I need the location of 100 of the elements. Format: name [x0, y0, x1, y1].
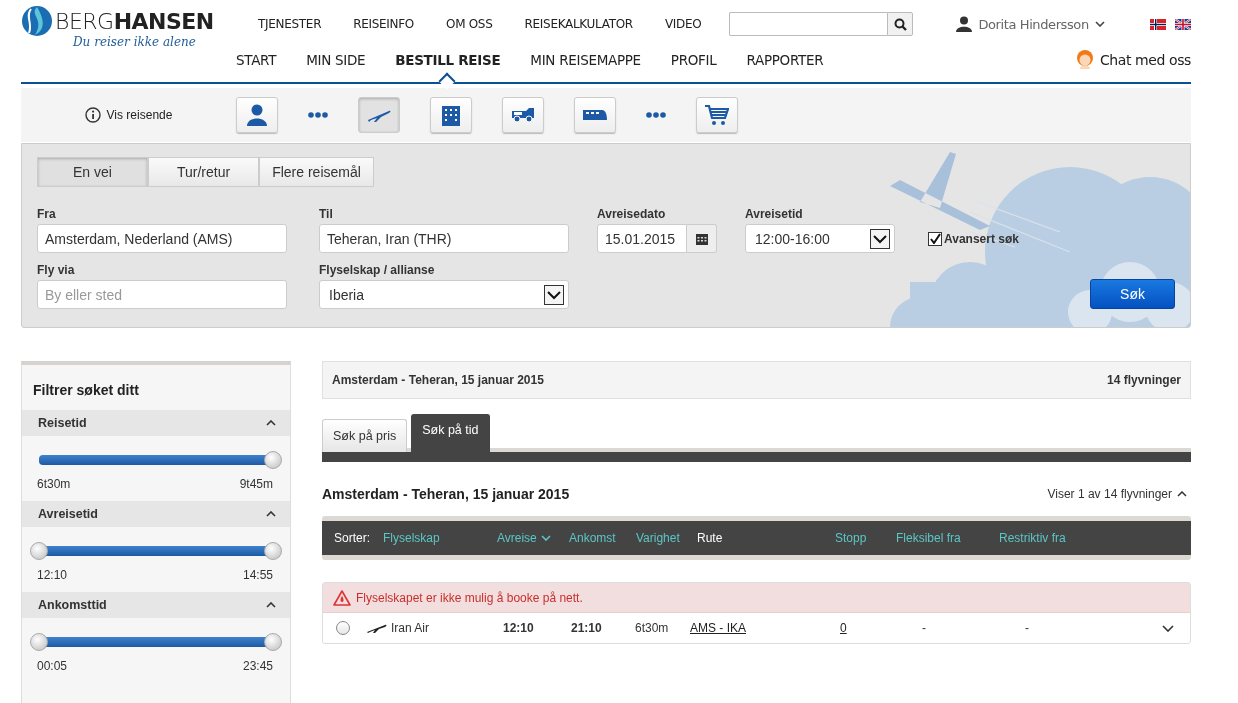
filter-section-header[interactable]: Ankomsttid	[22, 592, 290, 618]
range-max: 9t45m	[239, 477, 273, 491]
user-menu[interactable]: Dorita Hindersson	[978, 16, 1089, 32]
nav-tab[interactable]: MIN SIDE	[306, 52, 366, 68]
logo-icon[interactable]	[21, 5, 53, 37]
field-label: Fra	[37, 207, 57, 221]
search-button[interactable]	[887, 12, 914, 36]
nav-tab[interactable]: RAPPORTER	[746, 52, 824, 68]
chevron-down-icon[interactable]	[1162, 624, 1174, 632]
column-label: Rute	[697, 531, 724, 545]
sort-label: Sorter:	[334, 531, 371, 545]
route-link[interactable]: AMS - IKA	[690, 621, 746, 635]
table-cell-text: Iran Air	[391, 621, 430, 635]
calendar-button[interactable]	[687, 224, 717, 253]
section-title: Ankomsttid	[38, 598, 107, 612]
nav-tab[interactable]: MIN REISEMAPPE	[530, 52, 641, 68]
car-button[interactable]	[502, 97, 544, 133]
filter-section-header[interactable]: Reisetid	[22, 410, 290, 436]
nav-link[interactable]: REISEINFO	[353, 17, 414, 31]
via-field[interactable]: By eller sted	[37, 280, 287, 309]
section-title: Avreisetid	[38, 507, 98, 521]
chat-agent-icon[interactable]	[1075, 49, 1094, 71]
plane-button[interactable]	[358, 97, 400, 133]
sort-option[interactable]: Avreise	[497, 531, 569, 545]
nav-link[interactable]: OM OSS	[446, 17, 493, 31]
filter-section-header[interactable]: Avreisetid	[22, 501, 290, 527]
travellers-link[interactable]: Vis reisende	[106, 108, 173, 122]
table-cell-text: -	[922, 621, 927, 635]
nav-link[interactable]: VIDEO	[664, 17, 702, 31]
sort-option[interactable]: Ankomst	[569, 531, 636, 545]
user-icon[interactable]	[956, 16, 973, 32]
checkmark-icon	[929, 233, 941, 244]
plane-icon	[367, 623, 387, 633]
nav-tab[interactable]: START	[236, 52, 277, 68]
dropdown-caret-icon[interactable]	[544, 284, 564, 305]
to-field[interactable]: Teheran, Iran (THR)	[319, 224, 569, 253]
more-icon[interactable]	[646, 112, 666, 118]
nav-link[interactable]: TJENESTER	[258, 17, 322, 31]
field-label: Avreisetid	[745, 207, 804, 221]
dropdown-caret-icon[interactable]	[870, 228, 890, 249]
stops-link[interactable]: 0	[840, 621, 847, 635]
filter-title: Filtrer søket ditt	[32, 381, 140, 400]
sort-option[interactable]: Flyselskap	[383, 531, 497, 545]
chevron-up-icon[interactable]	[266, 602, 276, 608]
airline-select[interactable]: Iberia	[319, 280, 569, 309]
chat-link[interactable]: Chat med oss	[1099, 52, 1191, 68]
date-field[interactable]: 15.01.2015	[597, 224, 687, 253]
slider-handle[interactable]	[264, 451, 282, 469]
flight-count: 14 flyvninger	[1106, 373, 1181, 387]
sort-option[interactable]: Fleksibel fra	[896, 531, 999, 545]
from-field[interactable]: Amsterdam, Nederland (AMS)	[37, 224, 287, 253]
trip-type-tab[interactable]: Flere reisemål	[259, 157, 374, 187]
chevron-up-icon[interactable]	[266, 511, 276, 517]
logo-wordmark[interactable]: BERGHANSEN	[55, 8, 214, 34]
time-select[interactable]: 12:00-16:00	[745, 224, 895, 253]
results-heading: Amsterdam - Teheran, 15 januar 2015	[322, 486, 570, 502]
flag-icon[interactable]	[1175, 18, 1191, 30]
checkbox[interactable]	[928, 231, 942, 246]
chevron-down-icon[interactable]	[1094, 21, 1105, 27]
nav-link[interactable]: REISEKALKULATOR	[524, 17, 633, 31]
nav-tab[interactable]: PROFIL	[670, 52, 717, 68]
search-field[interactable]	[729, 12, 888, 36]
trip-type-tab[interactable]: Tur/retur	[148, 157, 259, 187]
field-label: Til	[319, 207, 334, 221]
slider-handle[interactable]	[30, 542, 48, 560]
sort-option[interactable]: Stopp	[835, 531, 896, 545]
range-slider[interactable]	[30, 633, 282, 651]
logo-tagline: Du reiser ikke alene	[73, 35, 197, 49]
more-icon[interactable]	[308, 112, 328, 118]
flag-icon[interactable]	[1150, 18, 1166, 30]
radio-button[interactable]	[336, 621, 350, 635]
cart-button[interactable]	[696, 97, 738, 133]
train-icon	[582, 108, 608, 122]
train-button[interactable]	[574, 97, 616, 133]
calendar-icon	[695, 232, 708, 245]
chevron-up-icon[interactable]	[1177, 491, 1187, 497]
range-min: 00:05	[37, 659, 68, 673]
range-slider[interactable]	[30, 542, 282, 560]
route-summary: Amsterdam - Teheran, 15 januar 2015	[332, 373, 544, 387]
slider-handle[interactable]	[30, 633, 48, 651]
slider-handle[interactable]	[264, 542, 282, 560]
person-button[interactable]	[236, 97, 278, 133]
chevron-up-icon[interactable]	[266, 420, 276, 426]
building-button[interactable]	[430, 97, 472, 133]
search-icon	[893, 17, 907, 31]
checkbox-label: Avansert søk	[944, 231, 1019, 246]
trip-type-tab[interactable]: En vei	[37, 157, 148, 187]
results-count: Viser 1 av 14 flyvninger	[1047, 487, 1172, 501]
slider-handle[interactable]	[264, 633, 282, 651]
tab[interactable]: Søk på pris	[322, 419, 408, 452]
sort-option[interactable]: Varighet	[636, 531, 697, 545]
sort-option[interactable]: Restriktiv fra	[999, 531, 1066, 545]
car-icon	[511, 107, 535, 123]
building-icon	[440, 104, 462, 126]
warning-icon	[333, 589, 351, 606]
range-max: 14:55	[242, 568, 273, 582]
nav-tab[interactable]: BESTILL REISE	[395, 52, 501, 68]
search-button[interactable]: Søk	[1090, 279, 1175, 309]
tab[interactable]: Søk på tid	[411, 414, 490, 452]
info-icon[interactable]	[84, 107, 101, 123]
